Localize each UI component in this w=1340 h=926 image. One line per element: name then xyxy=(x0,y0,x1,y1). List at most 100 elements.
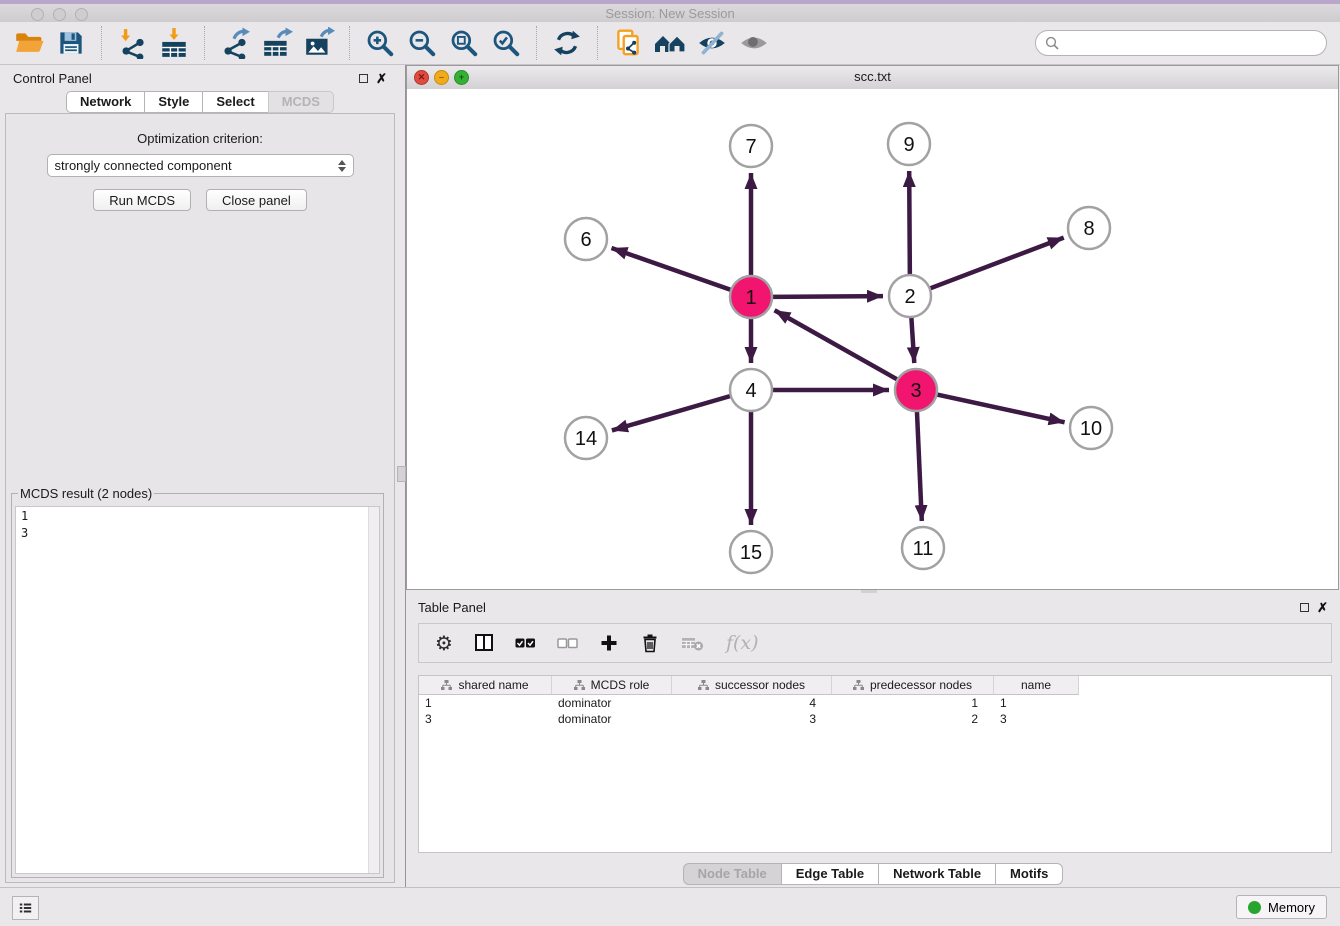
float-panel-icon[interactable] xyxy=(359,74,368,83)
delete-column-button[interactable] xyxy=(640,633,660,653)
vertical-splitter-handle[interactable] xyxy=(397,466,406,482)
network-canvas[interactable]: 1234678910111415 xyxy=(407,89,1338,589)
table-cell[interactable]: 1 xyxy=(419,695,552,711)
table-tab-network-table[interactable]: Network Table xyxy=(878,863,995,885)
export-network-button[interactable] xyxy=(217,25,253,61)
import-table-button[interactable] xyxy=(156,25,192,61)
table-cell[interactable]: 3 xyxy=(672,711,832,727)
mcds-result-box[interactable]: 13 xyxy=(15,506,380,874)
table-panel-tabs: Node TableEdge TableNetwork TableMotifs xyxy=(406,863,1340,885)
graph-edge-1-6[interactable] xyxy=(611,248,731,290)
network-window-titlebar[interactable]: ✕ – + scc.txt xyxy=(407,66,1338,90)
control-tab-style[interactable]: Style xyxy=(144,91,202,113)
table-tab-motifs[interactable]: Motifs xyxy=(995,863,1063,885)
graph-edge-1-2[interactable] xyxy=(772,296,883,297)
table-settings-button[interactable]: ⚙ xyxy=(435,633,453,653)
function-builder-button[interactable]: f(x) xyxy=(726,632,759,654)
graph-edge-3-1[interactable] xyxy=(775,310,898,379)
trash-icon xyxy=(640,633,660,653)
table-cell[interactable]: dominator xyxy=(552,711,672,727)
hide-selected-button[interactable] xyxy=(694,25,730,61)
save-session-button[interactable] xyxy=(53,25,89,61)
table-cell[interactable]: 1 xyxy=(994,695,1079,711)
close-panel-icon[interactable]: ✗ xyxy=(376,72,387,85)
control-panel-tabs: NetworkStyleSelectMCDS xyxy=(0,91,400,113)
zoom-out-button[interactable] xyxy=(404,25,440,61)
select-all-columns-button[interactable] xyxy=(515,633,536,653)
clone-network-button[interactable] xyxy=(610,25,646,61)
control-tab-network[interactable]: Network xyxy=(66,91,144,113)
unselect-all-columns-button[interactable] xyxy=(557,633,578,653)
criterion-select[interactable]: strongly connected component xyxy=(47,154,354,177)
import-network-icon xyxy=(116,27,148,59)
control-tab-mcds[interactable]: MCDS xyxy=(268,91,334,113)
task-history-button[interactable] xyxy=(12,896,39,920)
graph-node-label: 11 xyxy=(913,538,934,560)
zoom-in-button[interactable] xyxy=(362,25,398,61)
show-all-button[interactable] xyxy=(736,25,772,61)
column-header-predecessor-nodes[interactable]: predecessor nodes xyxy=(832,676,994,695)
export-table-button[interactable] xyxy=(259,25,295,61)
zoom-in-icon xyxy=(364,27,396,59)
graph-node-label: 9 xyxy=(903,134,914,156)
table-tab-node-table[interactable]: Node Table xyxy=(683,863,781,885)
column-header-name[interactable]: name xyxy=(994,676,1079,695)
table-cell[interactable]: 4 xyxy=(672,695,832,711)
mcds-result-line: 1 xyxy=(21,508,374,525)
fx-icon: f(x) xyxy=(726,632,759,654)
search-box[interactable] xyxy=(1035,30,1327,56)
search-input[interactable] xyxy=(1065,35,1317,52)
control-panel-title: Control Panel xyxy=(13,71,92,86)
table-cell[interactable]: 1 xyxy=(832,695,994,711)
table-toolbar: ⚙ xyxy=(418,623,1332,663)
zoom-fit-icon xyxy=(448,27,480,59)
column-tree-icon xyxy=(441,680,452,691)
app-titlebar: Session: New Session xyxy=(0,0,1340,22)
graph-edge-3-10[interactable] xyxy=(937,394,1065,422)
first-neighbors-button[interactable] xyxy=(652,25,688,61)
show-columns-button[interactable] xyxy=(474,633,494,653)
import-network-button[interactable] xyxy=(114,25,150,61)
table-header-row: shared nameMCDS role successor nodes prede… xyxy=(419,676,1331,695)
export-image-button[interactable] xyxy=(301,25,337,61)
plus-icon xyxy=(599,633,619,653)
graph-edge-2-8[interactable] xyxy=(930,238,1064,289)
graph-edge-2-3[interactable] xyxy=(911,317,914,363)
delete-table-button[interactable] xyxy=(681,633,705,653)
table-cell[interactable]: dominator xyxy=(552,695,672,711)
zoom-out-icon xyxy=(406,27,438,59)
table-row[interactable]: 1dominator411 xyxy=(419,695,1331,711)
close-panel-button[interactable]: Close panel xyxy=(206,189,307,211)
close-table-panel-icon[interactable]: ✗ xyxy=(1317,601,1328,614)
table-cell[interactable]: 2 xyxy=(832,711,994,727)
table-cell[interactable]: 3 xyxy=(994,711,1079,727)
save-icon xyxy=(55,27,87,59)
export-network-icon xyxy=(219,27,251,59)
result-scrollbar[interactable] xyxy=(368,507,379,873)
memory-button[interactable]: Memory xyxy=(1236,895,1327,919)
table-cell[interactable]: 3 xyxy=(419,711,552,727)
open-session-button[interactable] xyxy=(11,25,47,61)
graph-edge-4-14[interactable] xyxy=(612,396,731,431)
float-table-panel-icon[interactable] xyxy=(1300,603,1309,612)
zoom-fit-button[interactable] xyxy=(446,25,482,61)
column-header-MCDS-role[interactable]: MCDS role xyxy=(552,676,672,695)
graph-node-label: 1 xyxy=(745,287,756,309)
column-header-label: successor nodes xyxy=(715,678,805,692)
column-header-successor-nodes[interactable]: successor nodes xyxy=(672,676,832,695)
table-row[interactable]: 3dominator323 xyxy=(419,711,1331,727)
graph-node-label: 10 xyxy=(1080,418,1102,440)
clone-network-icon xyxy=(612,27,644,59)
zoom-selected-button[interactable] xyxy=(488,25,524,61)
control-tab-select[interactable]: Select xyxy=(202,91,267,113)
run-mcds-button[interactable]: Run MCDS xyxy=(93,189,191,211)
table-tab-edge-table[interactable]: Edge Table xyxy=(781,863,878,885)
column-header-shared-name[interactable]: shared name xyxy=(419,676,552,695)
graph-node-label: 7 xyxy=(745,136,756,158)
graph-edge-2-9[interactable] xyxy=(909,171,910,275)
create-column-button[interactable] xyxy=(599,633,619,653)
graph-node-label: 3 xyxy=(910,380,921,402)
window-title: Session: New Session xyxy=(0,6,1340,21)
graph-edge-3-11[interactable] xyxy=(917,411,922,521)
refresh-view-button[interactable] xyxy=(549,25,585,61)
